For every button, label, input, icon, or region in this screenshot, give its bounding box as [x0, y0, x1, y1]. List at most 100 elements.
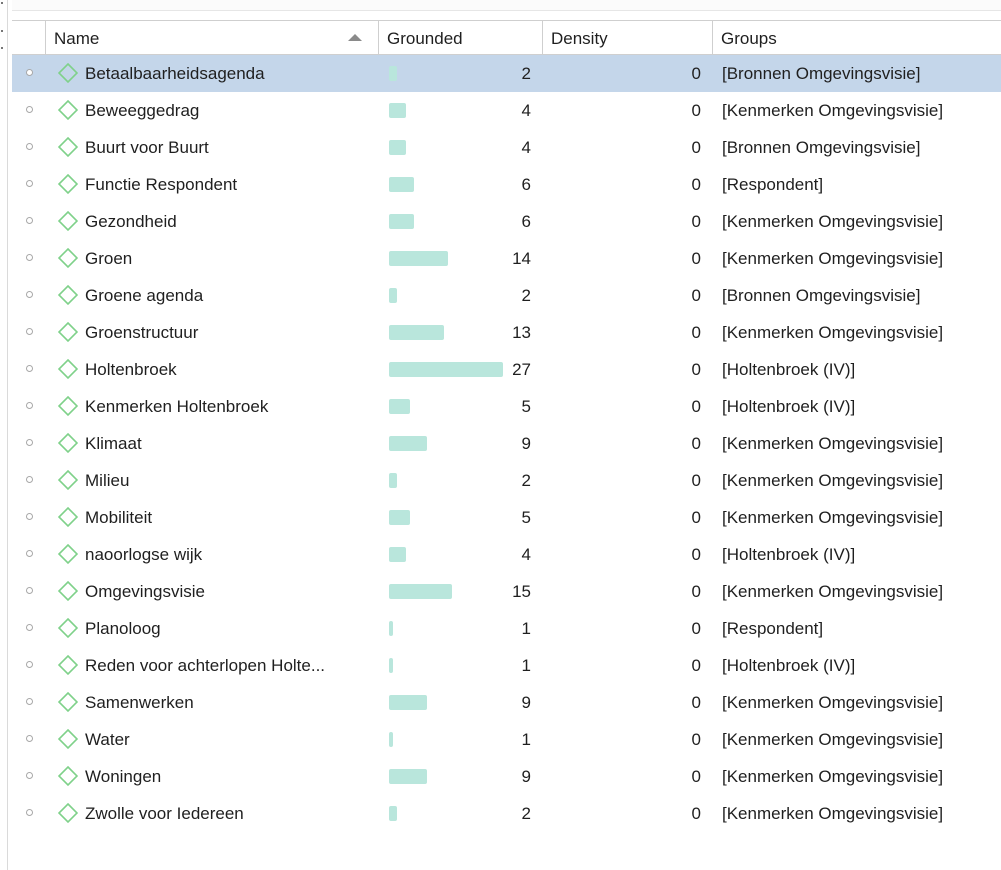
row-radio-icon[interactable]	[26, 513, 33, 520]
code-groups: [Holtenbroek (IV)]	[722, 656, 856, 675]
code-groups: [Kenmerken Omgevingsvisie]	[722, 508, 944, 527]
code-name: Buurt voor Buurt	[85, 138, 209, 157]
column-header-groups-label: Groups	[721, 29, 777, 48]
table-row[interactable]: Buurt voor Buurt 4 0 [Bronnen Omgevingsvisi…	[12, 129, 1001, 166]
density-value: 0	[691, 323, 701, 342]
row-radio-icon[interactable]	[26, 772, 33, 779]
column-header-name[interactable]: Name	[45, 21, 378, 54]
code-name: Groene agenda	[85, 286, 204, 305]
grounded-value: 9	[521, 693, 531, 712]
row-radio-icon[interactable]	[26, 661, 33, 668]
code-groups: [Kenmerken Omgevingsvisie]	[722, 471, 944, 490]
code-diamond-icon	[58, 803, 78, 823]
table-row[interactable]: Beweeggedrag 4 0 [Kenmerken Omgevingsvisie]	[12, 92, 1001, 129]
density-value: 0	[691, 434, 701, 453]
density-value: 0	[691, 64, 701, 83]
table-row[interactable]: Holtenbroek 27 0 [Holtenbroek (IV)]	[12, 351, 1001, 388]
code-diamond-icon	[58, 544, 78, 564]
table-row[interactable]: Water 1 0 [Kenmerken Omgevingsvisie]	[12, 721, 1001, 758]
code-name: Klimaat	[85, 434, 142, 453]
table-row[interactable]: naoorlogse wijk 4 0 [Holtenbroek (IV)]	[12, 536, 1001, 573]
code-groups: [Kenmerken Omgevingsvisie]	[722, 730, 944, 749]
grounded-value: 1	[521, 730, 531, 749]
code-groups: [Bronnen Omgevingsvisie]	[722, 138, 921, 157]
density-value: 0	[691, 471, 701, 490]
row-radio-icon[interactable]	[26, 550, 33, 557]
table-row[interactable]: Milieu 2 0 [Kenmerken Omgevingsvisie]	[12, 462, 1001, 499]
grounded-value: 6	[521, 212, 531, 231]
table-row[interactable]: Klimaat 9 0 [Kenmerken Omgevingsvisie]	[12, 425, 1001, 462]
code-name: Woningen	[85, 767, 162, 786]
code-name: Groen	[85, 249, 133, 268]
code-diamond-icon	[58, 655, 78, 675]
density-value: 0	[691, 175, 701, 194]
code-groups: [Kenmerken Omgevingsvisie]	[722, 693, 944, 712]
grounded-value: 1	[521, 656, 531, 675]
code-diamond-icon	[58, 322, 78, 342]
code-name: Betaalbaarheidsagenda	[85, 64, 265, 83]
row-radio-icon[interactable]	[26, 291, 33, 298]
row-radio-icon[interactable]	[26, 106, 33, 113]
row-radio-icon[interactable]	[26, 254, 33, 261]
table-row[interactable]: Groene agenda 2 0 [Bronnen Omgevingsvisie]	[12, 277, 1001, 314]
code-name: Milieu	[85, 471, 130, 490]
row-radio-icon[interactable]	[26, 402, 33, 409]
density-value: 0	[691, 397, 701, 416]
table-row[interactable]: Planoloog 1 0 [Respondent]	[12, 610, 1001, 647]
row-radio-icon[interactable]	[26, 439, 33, 446]
row-radio-icon[interactable]	[26, 735, 33, 742]
row-radio-icon[interactable]	[26, 698, 33, 705]
row-radio-icon[interactable]	[26, 143, 33, 150]
row-radio-icon[interactable]	[26, 69, 33, 76]
column-header-groups[interactable]: Groups	[712, 21, 1001, 54]
row-radio-icon[interactable]	[26, 809, 33, 816]
table-row[interactable]: Groenstructuur 13 0 [Kenmerken Omgevingsvis…	[12, 314, 1001, 351]
row-radio-icon[interactable]	[26, 587, 33, 594]
table-row[interactable]: Kenmerken Holtenbroek 5 0 [Holtenbroek (IV)…	[12, 388, 1001, 425]
column-header-density-label: Density	[551, 29, 608, 48]
code-diamond-icon	[58, 470, 78, 490]
row-radio-icon[interactable]	[26, 328, 33, 335]
table-row[interactable]: Omgevingsvisie 15 0 [Kenmerken Omgevingsvis…	[12, 573, 1001, 610]
density-value: 0	[691, 286, 701, 305]
density-value: 0	[691, 730, 701, 749]
code-name: naoorlogse wijk	[85, 545, 203, 564]
density-value: 0	[691, 249, 701, 268]
density-value: 0	[691, 212, 701, 231]
code-name: Gezondheid	[85, 212, 177, 231]
code-name: Omgevingsvisie	[85, 582, 205, 601]
table-row[interactable]: Groen 14 0 [Kenmerken Omgevingsvisie]	[12, 240, 1001, 277]
table-row[interactable]: Functie Respondent 6 0 [Respondent]	[12, 166, 1001, 203]
grounded-value: 4	[521, 545, 531, 564]
column-header-density[interactable]: Density	[542, 21, 712, 54]
density-value: 0	[691, 656, 701, 675]
code-diamond-icon	[58, 581, 78, 601]
code-diamond-icon	[58, 692, 78, 712]
table-row[interactable]: Mobiliteit 5 0 [Kenmerken Omgevingsvisie]	[12, 499, 1001, 536]
code-name: Groenstructuur	[85, 323, 199, 342]
density-value: 0	[691, 804, 701, 823]
row-radio-icon[interactable]	[26, 217, 33, 224]
table-row[interactable]: Zwolle voor Iedereen 2 0 [Kenmerken Omgevin…	[12, 795, 1001, 832]
row-radio-icon[interactable]	[26, 476, 33, 483]
code-name: Holtenbroek	[85, 360, 177, 379]
code-name: Functie Respondent	[85, 175, 238, 194]
row-radio-icon[interactable]	[26, 180, 33, 187]
row-radio-icon[interactable]	[26, 624, 33, 631]
top-toolbar-strip	[12, 0, 1001, 11]
grounded-value: 9	[521, 767, 531, 786]
grounded-value: 2	[521, 286, 531, 305]
grounded-value: 2	[521, 804, 531, 823]
table-row[interactable]: Gezondheid 6 0 [Kenmerken Omgevingsvisie]	[12, 203, 1001, 240]
density-value: 0	[691, 619, 701, 638]
code-groups: [Kenmerken Omgevingsvisie]	[722, 212, 944, 231]
row-radio-icon[interactable]	[26, 365, 33, 372]
column-header-grounded-label: Grounded	[387, 29, 463, 48]
table-row[interactable]: Woningen 9 0 [Kenmerken Omgevingsvisie]	[12, 758, 1001, 795]
table-row[interactable]: Reden voor achterlopen Holte... 1 0 [Holten…	[12, 647, 1001, 684]
column-header-grounded[interactable]: Grounded	[378, 21, 542, 54]
code-diamond-icon	[58, 396, 78, 416]
table-row[interactable]: Betaalbaarheidsagenda 2 0 [Bronnen Omgeving…	[12, 55, 1001, 92]
code-name: Zwolle voor Iedereen	[85, 804, 244, 823]
table-row[interactable]: Samenwerken 9 0 [Kenmerken Omgevingsvisie]	[12, 684, 1001, 721]
